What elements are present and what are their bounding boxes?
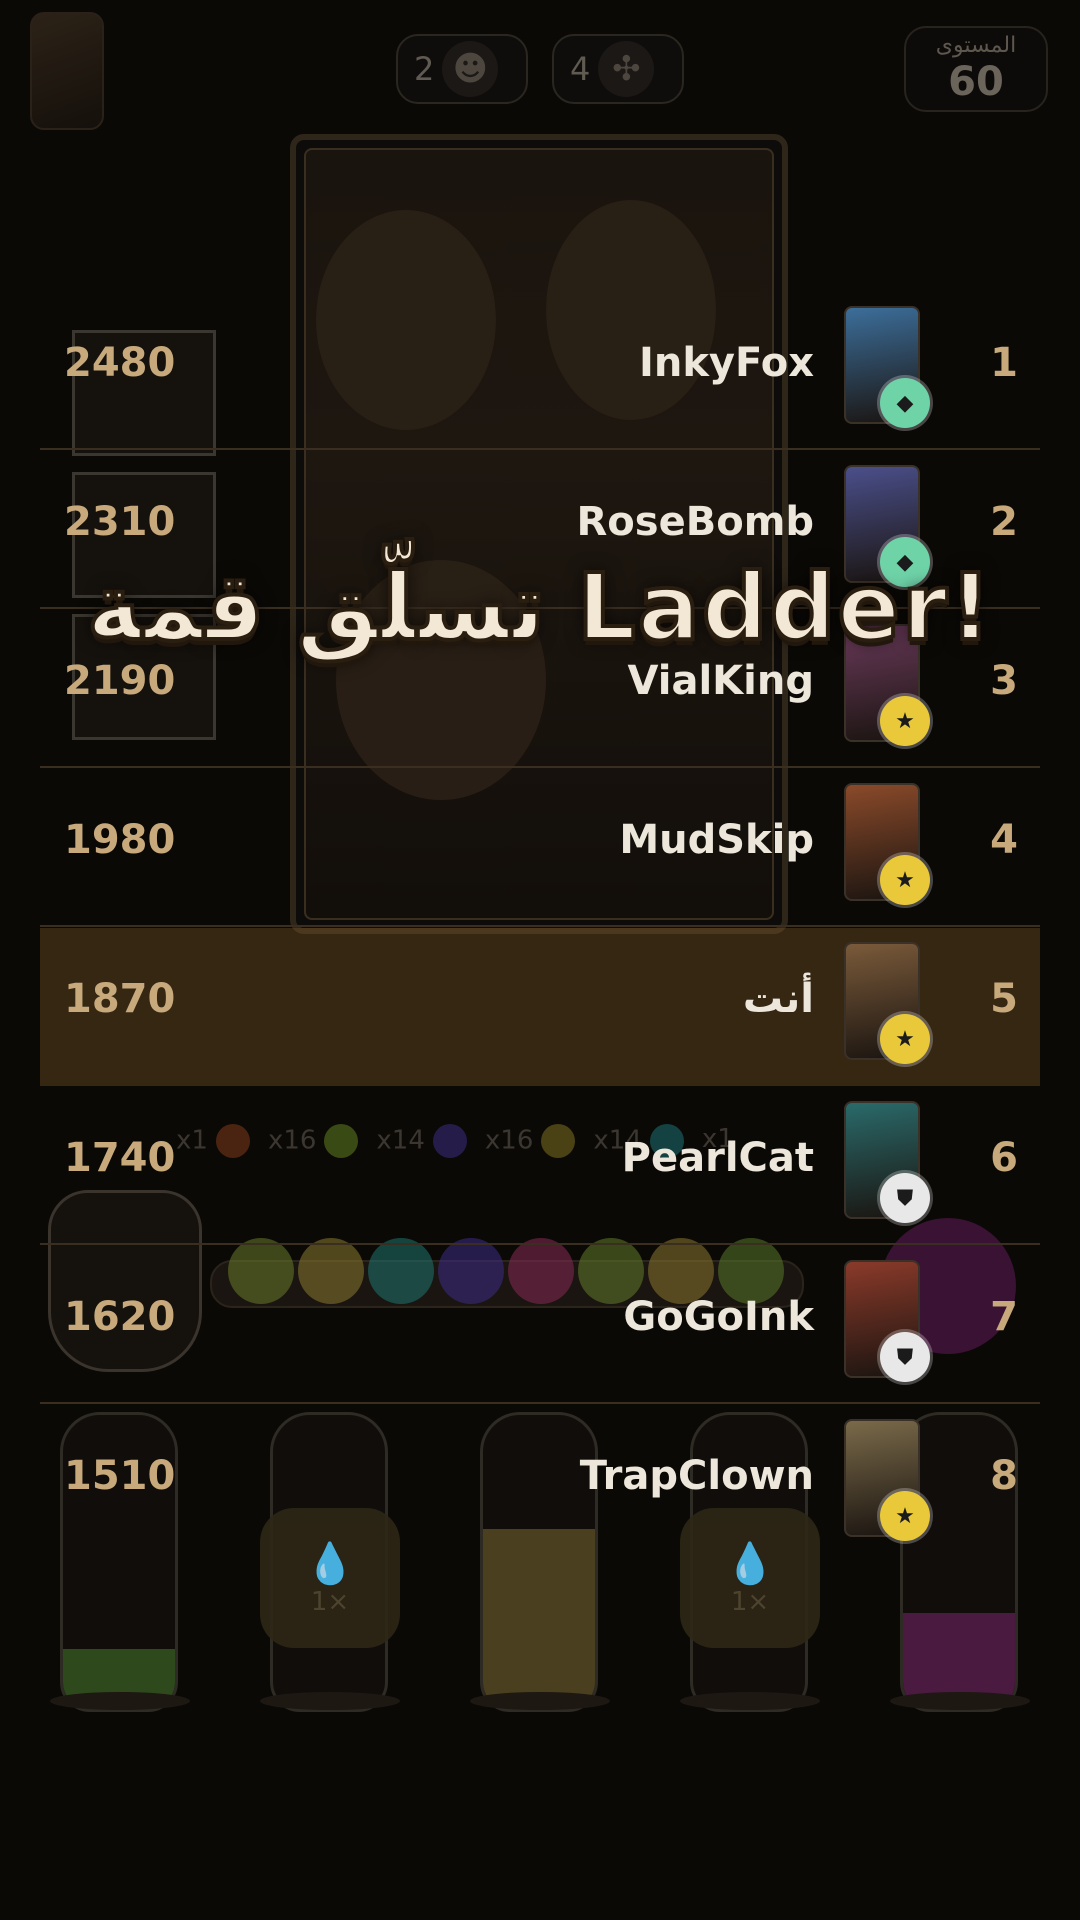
- character-portrait-icon: ☻: [442, 41, 499, 97]
- player-score: 1980: [64, 817, 176, 863]
- leaderboard-row: 2480 InkyFox ◆ 1: [40, 292, 1040, 450]
- shield-badge-icon: ⛊: [880, 1332, 930, 1382]
- player-score: 2310: [64, 499, 176, 545]
- diamond-badge-icon: ◆: [880, 378, 930, 428]
- row-divider: [40, 448, 1040, 450]
- player-score: 1620: [64, 1294, 176, 1340]
- leaderboard-row-current-user: 1870 أنت ★ 5: [40, 928, 1040, 1086]
- shield-badge-icon: ⛊: [880, 1173, 930, 1223]
- star-badge-icon: ★: [880, 696, 930, 746]
- player-name: PearlCat: [621, 1135, 814, 1181]
- drop-booster-label: 1×: [310, 1586, 350, 1617]
- player-name: TrapClown: [579, 1453, 814, 1499]
- player-name: RoseBomb: [576, 499, 815, 545]
- player-rank: 4: [990, 817, 1018, 863]
- leaderboard-row: 1980 MudSkip ★ 4: [40, 769, 1040, 927]
- headline-title: تسلّق قمة Ladder!: [85, 552, 994, 663]
- booster-pill-left: 2 ☻: [396, 34, 528, 104]
- player-score: 1870: [64, 976, 176, 1022]
- row-divider: [40, 766, 1040, 768]
- player-name: MudSkip: [619, 817, 814, 863]
- player-score: 1510: [64, 1453, 176, 1499]
- player-rank: 6: [990, 1135, 1018, 1181]
- booster-pill-right: 4 ✣: [552, 34, 684, 104]
- level-value: 60: [948, 59, 1004, 105]
- star-badge-icon: ★: [880, 855, 930, 905]
- player-score: 1740: [64, 1135, 176, 1181]
- player-rank: 1: [990, 340, 1018, 386]
- leaderboard-row: 1620 GoGoInk ⛊ 7: [40, 1246, 1040, 1404]
- row-divider: [40, 925, 1040, 927]
- player-name: InkyFox: [638, 340, 814, 386]
- player-name: GoGoInk: [623, 1294, 814, 1340]
- leaderboard-row: 1740 PearlCat ⛊ 6: [40, 1087, 1040, 1245]
- star-badge-icon: ★: [880, 1014, 930, 1064]
- player-name: VialKing: [627, 658, 814, 704]
- player-rank: 7: [990, 1294, 1018, 1340]
- player-rank: 2: [990, 499, 1018, 545]
- background-thumbnail: [30, 12, 104, 130]
- octopus-icon: ✣: [598, 41, 655, 97]
- player-score: 2480: [64, 340, 176, 386]
- row-divider: [40, 1402, 1040, 1404]
- star-badge-icon: ★: [880, 1491, 930, 1541]
- booster-right-count: 4: [570, 50, 591, 88]
- booster-left-count: 2: [414, 50, 435, 88]
- leaderboard-row: 1510 TrapClown ★ 8: [40, 1405, 1040, 1563]
- player-rank: 3: [990, 658, 1018, 704]
- level-label: المستوى: [935, 33, 1017, 58]
- player-score: 2190: [64, 658, 176, 704]
- level-indicator: المستوى 60: [904, 26, 1048, 112]
- drop-booster-label: 1×: [730, 1586, 770, 1617]
- player-rank: 5: [990, 976, 1018, 1022]
- player-name: أنت: [742, 976, 814, 1022]
- row-divider: [40, 1243, 1040, 1245]
- player-rank: 8: [990, 1453, 1018, 1499]
